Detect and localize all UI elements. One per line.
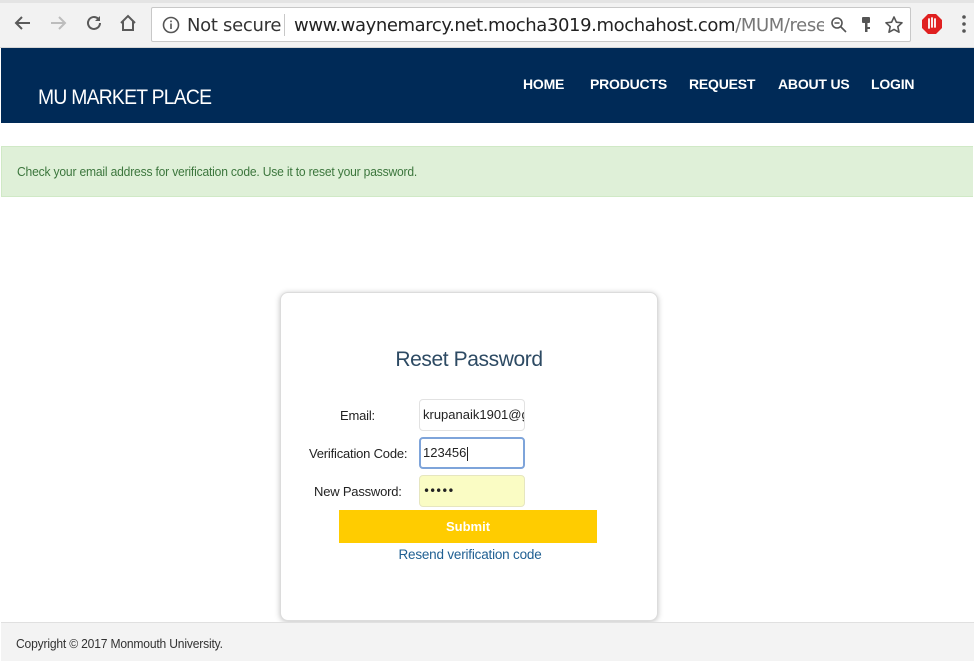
forward-arrow-icon[interactable] <box>44 9 72 37</box>
email-value: krupanaik1901@gmail.com <box>423 407 524 422</box>
alert-message: Check your email address for verificatio… <box>17 164 418 179</box>
new-password-value: ••••• <box>423 484 454 498</box>
verification-code-value: 123456 <box>423 445 467 460</box>
extension-stop-icon[interactable] <box>921 13 943 40</box>
copyright-text: Copyright © 2017 Monmouth University. <box>16 636 223 651</box>
address-bar[interactable]: Not secure www.waynemarcy.net.mocha3019.… <box>151 7 911 42</box>
url-path: /MUM/resetPassw <box>735 15 824 36</box>
email-label: Email: <box>340 408 375 423</box>
nav-home[interactable]: HOME <box>523 76 564 92</box>
reset-password-card: Reset Password Email: krupanaik1901@gmai… <box>280 292 658 621</box>
new-password-field[interactable]: ••••• <box>419 475 525 507</box>
verification-code-field[interactable]: 123456 <box>419 437 525 469</box>
nav-products[interactable]: PRODUCTS <box>590 76 667 92</box>
nav-request[interactable]: REQUEST <box>689 76 755 92</box>
url-text[interactable]: www.waynemarcy.net.mocha3019.mochahost.c… <box>294 15 824 36</box>
info-icon[interactable] <box>162 16 180 39</box>
resend-code-link[interactable]: Resend verification code <box>281 547 659 562</box>
verification-code-label: Verification Code: <box>309 446 408 461</box>
star-icon[interactable] <box>884 15 904 40</box>
page-title: Reset Password <box>395 348 543 371</box>
reload-icon[interactable] <box>80 9 108 37</box>
submit-button[interactable]: Submit <box>339 510 597 543</box>
email-field[interactable]: krupanaik1901@gmail.com <box>419 399 525 431</box>
brand-logo[interactable]: MU MARKET PLACE <box>38 86 212 110</box>
menu-dots-icon[interactable] <box>962 14 966 34</box>
new-password-label: New Password: <box>314 484 402 499</box>
browser-toolbar: Not secure www.waynemarcy.net.mocha3019.… <box>0 0 974 48</box>
url-host: www.waynemarcy.net.mocha3019.mochahost.c… <box>294 15 736 36</box>
security-label[interactable]: Not secure <box>187 15 281 36</box>
nav-login[interactable]: LOGIN <box>871 76 915 92</box>
success-alert: Check your email address for verificatio… <box>1 146 973 197</box>
site-footer: Copyright © 2017 Monmouth University. <box>1 622 974 661</box>
address-separator <box>284 14 285 36</box>
tab-strip <box>0 0 974 3</box>
zoom-icon[interactable] <box>830 16 848 39</box>
site-header: MU MARKET PLACE HOME PRODUCTS REQUEST AB… <box>1 48 974 123</box>
key-icon[interactable] <box>858 16 874 39</box>
address-bar-actions <box>830 15 904 40</box>
nav-about-us[interactable]: ABOUT US <box>778 76 850 92</box>
back-arrow-icon[interactable] <box>9 9 37 37</box>
text-caret <box>467 446 469 461</box>
home-icon[interactable] <box>114 9 142 37</box>
